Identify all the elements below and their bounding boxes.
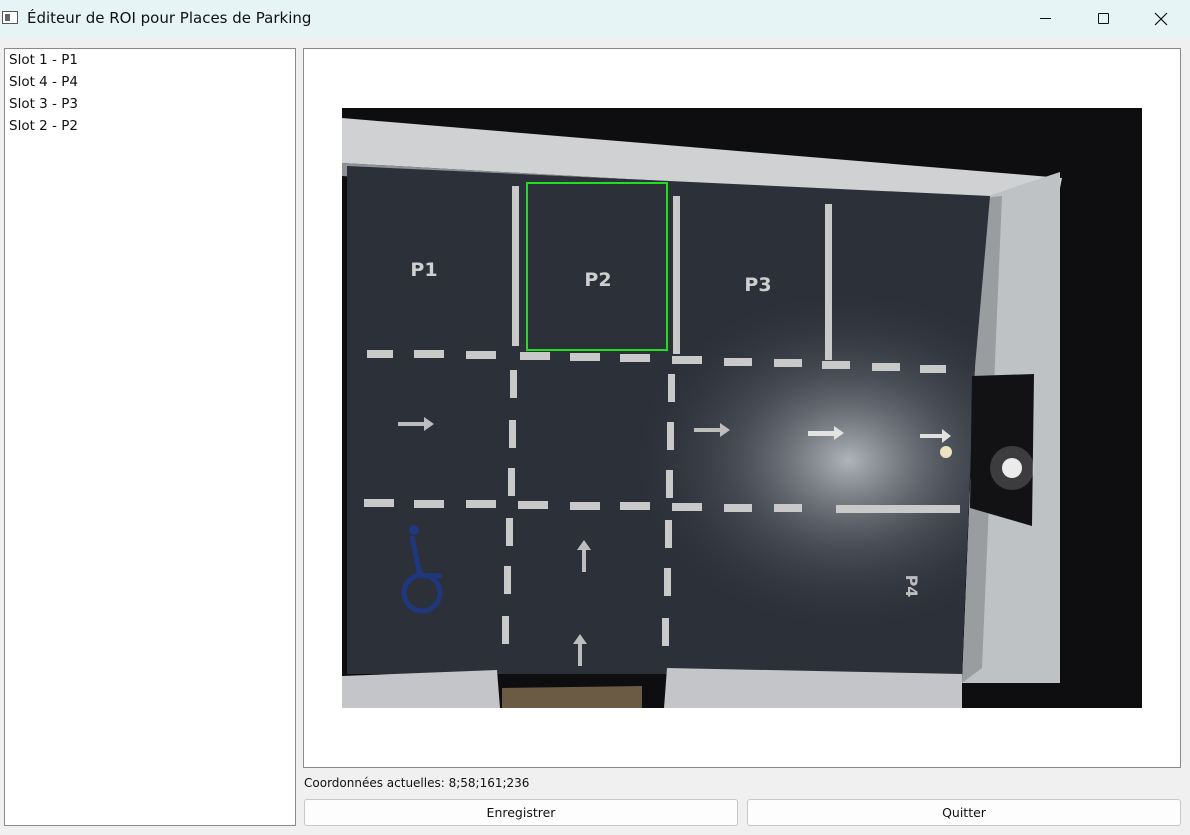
close-icon bbox=[1154, 12, 1168, 25]
roi-editor-window: Éditeur de ROI pour Places de Parking Sl… bbox=[0, 0, 1190, 835]
minimize-icon bbox=[1039, 18, 1051, 19]
image-panel: P1 P2 P3 P4 bbox=[303, 48, 1181, 768]
slot-list-item[interactable]: Slot 4 - P4 bbox=[5, 71, 295, 93]
title-bar[interactable]: Éditeur de ROI pour Places de Parking bbox=[0, 0, 1190, 37]
space-label-p3: P3 bbox=[744, 274, 771, 296]
maximize-button[interactable] bbox=[1074, 0, 1132, 37]
minimize-button[interactable] bbox=[1016, 0, 1074, 37]
space-label-p2: P2 bbox=[584, 269, 611, 291]
save-button[interactable]: Enregistrer bbox=[304, 799, 738, 826]
window-title: Éditeur de ROI pour Places de Parking bbox=[27, 9, 312, 27]
space-label-p1: P1 bbox=[410, 259, 437, 281]
slot-list-item[interactable]: Slot 1 - P1 bbox=[5, 49, 295, 71]
maximize-icon bbox=[1097, 13, 1109, 24]
slot-list-item[interactable]: Slot 3 - P3 bbox=[5, 93, 295, 115]
space-label-p4: P4 bbox=[902, 575, 921, 598]
parking-lot-svg[interactable]: P1 P2 P3 P4 bbox=[342, 108, 1142, 708]
current-coordinates: Coordonnées actuelles: 8;58;161;236 bbox=[304, 776, 530, 790]
slot-list-item[interactable]: Slot 2 - P2 bbox=[5, 115, 295, 137]
parking-camera-image[interactable]: P1 P2 P3 P4 bbox=[342, 108, 1142, 708]
close-button[interactable] bbox=[1132, 0, 1190, 37]
slot-list[interactable]: Slot 1 - P1 Slot 4 - P4 Slot 3 - P3 Slot… bbox=[4, 48, 296, 826]
quit-button[interactable]: Quitter bbox=[747, 799, 1181, 826]
app-icon bbox=[2, 11, 18, 24]
